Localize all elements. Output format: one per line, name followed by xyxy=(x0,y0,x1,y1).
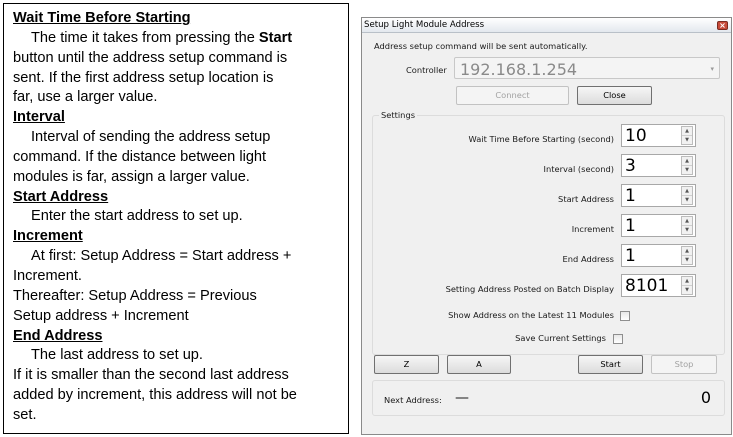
increment-spinner[interactable]: 1 ▲ ▼ xyxy=(621,214,696,237)
spin-down-icon[interactable]: ▼ xyxy=(682,166,692,175)
next-address-box: Next Address: — 0 xyxy=(372,380,725,416)
next-address-label: Next Address: xyxy=(384,395,442,405)
increment-line-3: Thereafter: Setup Address = Previous xyxy=(13,287,257,304)
start-address-heading: Start Address xyxy=(13,188,109,205)
spin-up-icon[interactable]: ▲ xyxy=(682,157,692,166)
batch-display-spinner[interactable]: 8101 ▲ ▼ xyxy=(621,274,696,297)
start-address-value: 1 xyxy=(625,186,636,206)
increment-line-4: Setup address + Increment xyxy=(13,307,189,324)
spin-down-icon[interactable]: ▼ xyxy=(682,256,692,265)
spin-up-icon[interactable]: ▲ xyxy=(682,247,692,256)
wait-time-line-2: button until the address setup command i… xyxy=(13,49,288,66)
connect-button[interactable]: Connect xyxy=(456,86,569,105)
wait-time-line-3: sent. If the first address setup locatio… xyxy=(13,69,274,86)
end-address-heading: End Address xyxy=(13,327,103,344)
wait-time-value: 10 xyxy=(625,126,647,146)
spin-down-icon[interactable]: ▼ xyxy=(682,196,692,205)
setup-address-dialog: Setup Light Module Address × Address set… xyxy=(361,17,732,435)
increment-line-2: Increment. xyxy=(13,267,82,284)
wait-time-line-4: far, use a larger value. xyxy=(13,89,158,106)
address-count: 0 xyxy=(700,388,711,407)
batch-display-label: Setting Address Posted on Batch Display xyxy=(445,284,614,294)
z-button[interactable]: Z xyxy=(374,355,439,374)
wait-time-heading: Wait Time Before Starting xyxy=(13,10,191,26)
wait-time-text: The time it takes from pressing the Star… xyxy=(13,29,338,49)
close-icon: × xyxy=(719,21,726,30)
end-address-label: End Address xyxy=(562,254,614,264)
controller-select[interactable]: 192.168.1.254 ▾ xyxy=(454,57,720,79)
stop-button[interactable]: Stop xyxy=(651,355,717,374)
interval-label: Interval (second) xyxy=(543,164,614,174)
auto-send-note: Address setup command will be sent autom… xyxy=(374,41,588,51)
increment-value: 1 xyxy=(625,216,636,236)
close-window-button[interactable]: × xyxy=(717,21,728,30)
save-settings-checkbox[interactable] xyxy=(613,334,623,344)
increment-line-1: At first: Setup Address = Start address … xyxy=(31,248,292,265)
end-address-line-2: If it is smaller than the second last ad… xyxy=(13,367,289,384)
a-button[interactable]: A xyxy=(447,355,511,374)
increment-label: Increment xyxy=(571,224,614,234)
start-address-stepper[interactable]: ▲ ▼ xyxy=(681,186,693,205)
interval-line-3: modules is far, assign a larger value. xyxy=(13,168,250,185)
spin-up-icon[interactable]: ▲ xyxy=(682,277,692,286)
next-address-value: — xyxy=(455,390,469,406)
interval-value: 3 xyxy=(625,156,636,176)
interval-stepper[interactable]: ▲ ▼ xyxy=(681,156,693,175)
interval-line-1: Interval of sending the address setup xyxy=(31,129,271,146)
wait-time-start-word: Start xyxy=(258,29,293,46)
spin-up-icon[interactable]: ▲ xyxy=(682,217,692,226)
batch-display-stepper[interactable]: ▲ ▼ xyxy=(681,276,693,295)
chevron-down-icon: ▾ xyxy=(710,65,714,73)
spin-up-icon[interactable]: ▲ xyxy=(682,187,692,196)
spin-down-icon[interactable]: ▼ xyxy=(682,136,692,145)
show-latest-checkbox[interactable] xyxy=(620,311,630,321)
save-settings-label: Save Current Settings xyxy=(515,333,606,343)
end-address-line-4: set. xyxy=(13,406,37,423)
spin-up-icon[interactable]: ▲ xyxy=(682,127,692,136)
settings-label: Settings xyxy=(379,110,418,120)
increment-stepper[interactable]: ▲ ▼ xyxy=(681,216,693,235)
window-title: Setup Light Module Address xyxy=(364,20,485,30)
close-button[interactable]: Close xyxy=(577,86,652,105)
controller-label: Controller xyxy=(406,65,447,75)
start-address-label: Start Address xyxy=(558,194,614,204)
controller-value: 192.168.1.254 xyxy=(460,60,578,79)
end-address-line-3: added by increment, this address will no… xyxy=(13,387,297,404)
spin-down-icon[interactable]: ▼ xyxy=(682,286,692,295)
end-address-stepper[interactable]: ▲ ▼ xyxy=(681,246,693,265)
wait-time-label: Wait Time Before Starting (second) xyxy=(468,134,614,144)
show-latest-label: Show Address on the Latest 11 Modules xyxy=(448,310,614,320)
wait-time-stepper[interactable]: ▲ ▼ xyxy=(681,126,693,145)
start-address-spinner[interactable]: 1 ▲ ▼ xyxy=(621,184,696,207)
spin-down-icon[interactable]: ▼ xyxy=(682,226,692,235)
interval-spinner[interactable]: 3 ▲ ▼ xyxy=(621,154,696,177)
start-button[interactable]: Start xyxy=(578,355,643,374)
wait-time-spinner[interactable]: 10 ▲ ▼ xyxy=(621,124,696,147)
end-address-value: 1 xyxy=(625,246,636,266)
title-bar: Setup Light Module Address × xyxy=(362,18,731,33)
end-address-line-1: The last address to set up. xyxy=(31,347,203,364)
increment-heading: Increment xyxy=(13,228,83,245)
help-panel: Wait Time Before Starting The time it ta… xyxy=(3,3,349,434)
interval-line-2: command. If the distance between light xyxy=(13,148,267,165)
interval-heading: Interval xyxy=(13,109,65,126)
start-address-line-1: Enter the start address to set up. xyxy=(31,208,243,225)
end-address-spinner[interactable]: 1 ▲ ▼ xyxy=(621,244,696,267)
wait-time-line-1a: The time it takes from pressing the xyxy=(31,29,259,46)
batch-display-value: 8101 xyxy=(625,276,669,296)
